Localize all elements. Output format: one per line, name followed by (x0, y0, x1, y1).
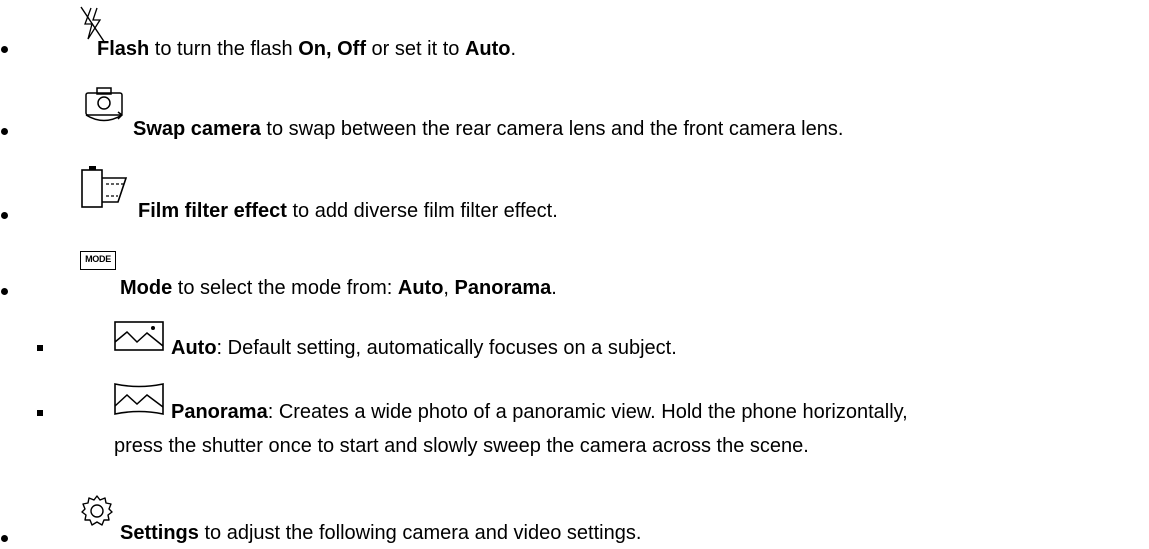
square-bullet (37, 345, 43, 351)
mode-text: Mode to select the mode from: Auto, Pano… (120, 277, 557, 299)
film-filter-text: Film filter effect to add diverse film f… (138, 200, 558, 222)
bullet (1, 535, 8, 542)
list-item-mode: MODE Mode to select the mode from: Auto,… (0, 246, 1149, 306)
flash-label: Flash (97, 38, 150, 60)
film-filter-icon (81, 166, 128, 208)
film-filter-label: Film filter effect (138, 200, 287, 222)
mode-icon: MODE (80, 251, 116, 270)
bullet (1, 288, 8, 295)
mode-label: Mode (120, 277, 173, 299)
auto-label: Auto (171, 337, 217, 359)
bullet (1, 128, 8, 135)
panorama-text-line2: press the shutter once to start and slow… (114, 435, 809, 457)
landscape-icon (114, 321, 164, 351)
list-item-settings: Settings to adjust the following camera … (0, 490, 1149, 549)
flash-text: Flash to turn the flash On, Off or set i… (97, 38, 517, 60)
settings-gear-icon (81, 495, 113, 526)
settings-label: Settings (120, 522, 199, 544)
swap-camera-icon (85, 87, 124, 122)
list-item-swap-camera: Swap camera to swap between the rear cam… (0, 80, 1149, 150)
list-item-flash: Flash to turn the flash On, Off or set i… (0, 0, 1149, 70)
bullet (1, 46, 8, 53)
swap-camera-text: Swap camera to swap between the rear cam… (133, 118, 844, 140)
panorama-label: Panorama (171, 401, 268, 423)
settings-text: Settings to adjust the following camera … (120, 522, 642, 544)
auto-text: Auto: Default setting, automatically foc… (171, 337, 677, 359)
sub-item-panorama: Panorama: Creates a wide photo of a pano… (0, 372, 1149, 482)
square-bullet (37, 410, 43, 416)
swap-camera-label: Swap camera (133, 118, 261, 140)
panorama-icon (114, 383, 164, 415)
sub-item-auto: Auto: Default setting, automatically foc… (0, 312, 1149, 372)
list-item-film-filter: Film filter effect to add diverse film f… (0, 160, 1149, 230)
panorama-text: Panorama: Creates a wide photo of a pano… (171, 401, 908, 423)
bullet (1, 212, 8, 219)
